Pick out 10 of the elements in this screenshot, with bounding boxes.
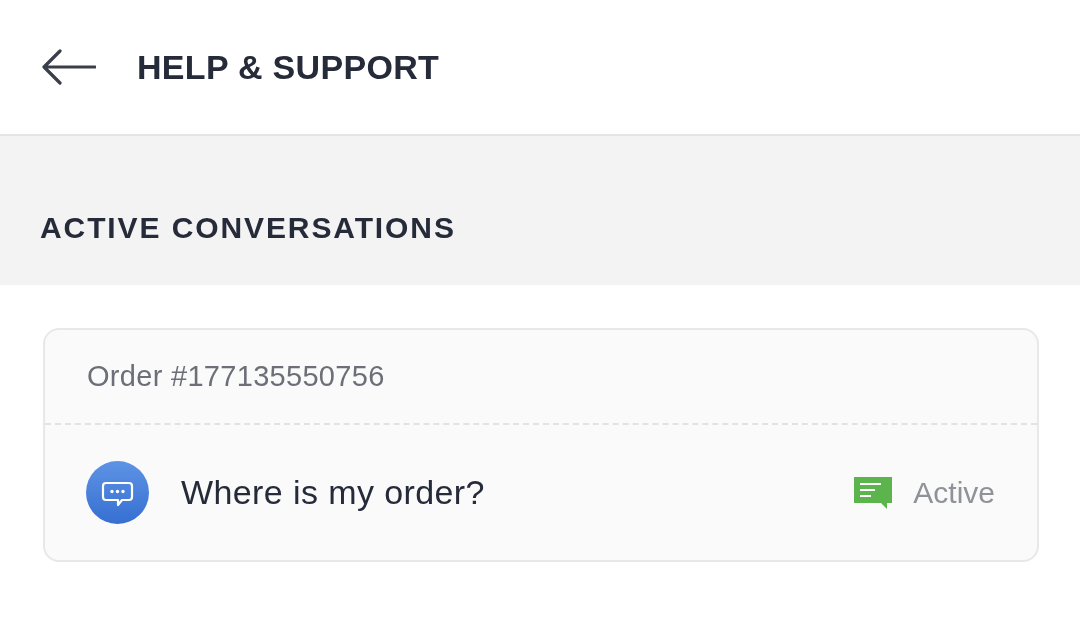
conversation-topic: Where is my order?	[181, 473, 486, 512]
message-icon	[854, 476, 893, 509]
section-heading: ACTIVE CONVERSATIONS	[40, 210, 457, 246]
conversation-card[interactable]: Order #177135550756 Where is my order? Active	[43, 328, 1039, 562]
chat-bubble-icon	[86, 461, 149, 524]
back-button[interactable]	[42, 49, 96, 85]
back-arrow-icon	[42, 49, 96, 85]
page-title: HELP & SUPPORT	[137, 47, 440, 87]
status-label: Active	[913, 475, 995, 510]
order-number: Order #177135550756	[87, 360, 385, 393]
